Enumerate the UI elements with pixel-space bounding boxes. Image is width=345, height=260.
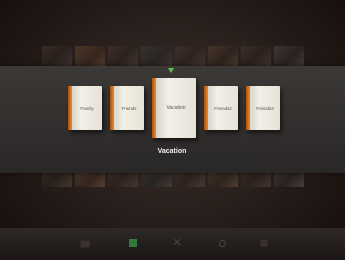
book-spine [204,86,208,130]
album-book-vacation[interactable]: Vacation [152,78,196,138]
photo-thumbnail [75,46,106,68]
gear-icon[interactable] [217,238,227,248]
album-book-family[interactable]: Family [68,86,102,130]
album-book-friends3[interactable]: Friends3 [246,86,280,130]
photo-thumbnail [273,46,304,68]
photo-thumbnail [141,46,172,68]
book-label: Vacation [166,105,186,111]
selected-album-title: Vacation [157,148,187,155]
book-spine [110,86,114,130]
photo-strip-top [42,46,304,68]
book-label: Friends [121,105,137,111]
book-spine [246,86,250,130]
close-icon[interactable]: ✕ [172,238,182,249]
photo-thumbnail [207,46,238,68]
film-icon[interactable] [80,238,91,248]
album-book-friends[interactable]: Friends [110,86,144,130]
square-icon[interactable] [128,238,138,248]
grid-icon[interactable] [259,238,269,248]
album-book-friends2[interactable]: Friends2 [204,86,238,130]
book-spine [152,78,156,138]
book-spine [68,86,72,130]
photo-thumbnail [240,46,271,68]
photo-thumbnail [42,46,73,68]
top-caption [70,14,290,24]
selection-arrow-icon [168,68,174,73]
book-label: Friends2 [214,105,232,111]
photo-thumbnail [174,46,205,68]
book-label: Family [80,105,94,111]
photo-thumbnail [108,46,139,68]
book-label: Friends3 [256,105,274,111]
